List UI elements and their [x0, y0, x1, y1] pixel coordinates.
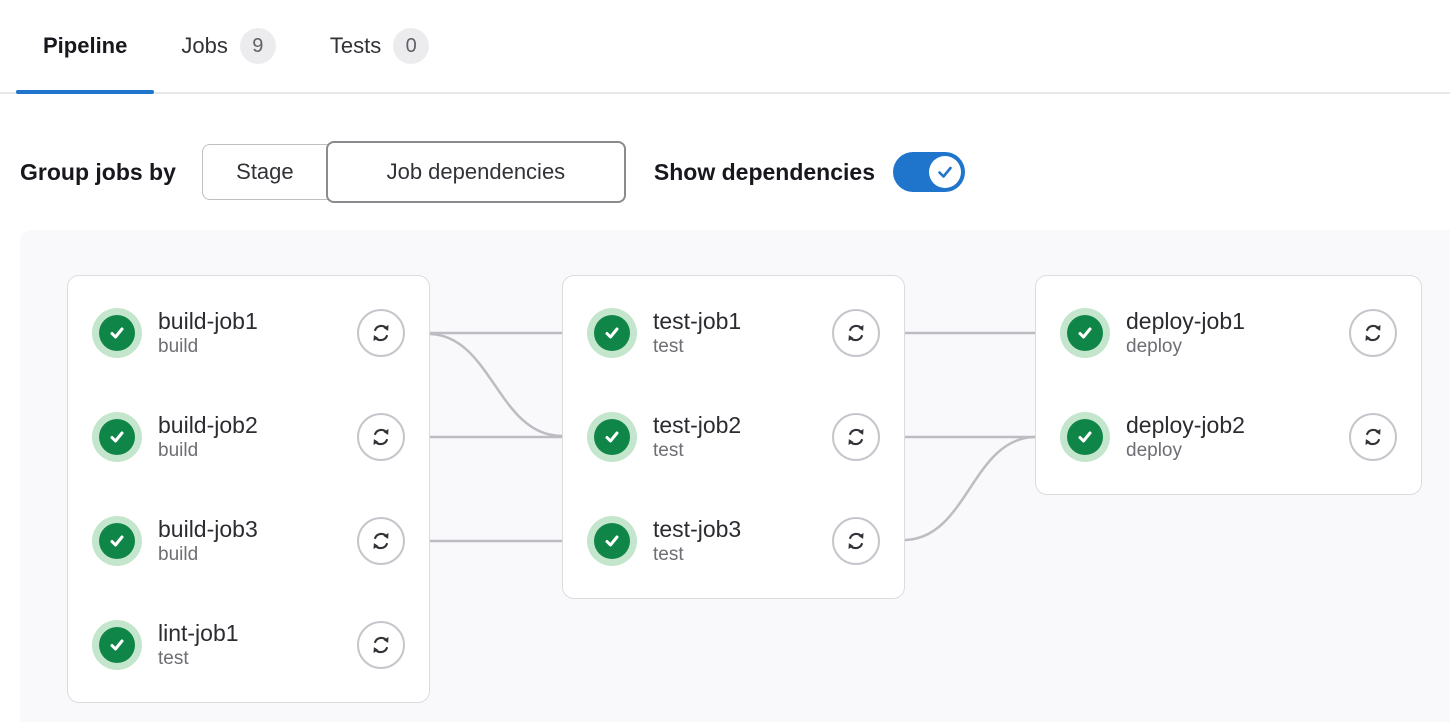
group-by-stage-button[interactable]: Stage [202, 144, 328, 200]
job-stage-label: deploy [1126, 439, 1245, 463]
job-row: test-job1 test [587, 308, 880, 358]
job-name-link[interactable]: lint-job1 [158, 619, 239, 647]
job-name-link[interactable]: build-job3 [158, 515, 258, 543]
retry-icon [368, 320, 394, 346]
retry-job-button[interactable] [1349, 309, 1397, 357]
job-name-link[interactable]: build-job1 [158, 307, 258, 335]
job-stage-label: test [653, 335, 741, 359]
pipeline-graph: build-job1 build [20, 230, 1450, 722]
retry-job-button[interactable] [357, 413, 405, 461]
status-success-icon [587, 516, 637, 566]
status-success-icon [1060, 308, 1110, 358]
retry-icon [1360, 320, 1386, 346]
show-dependencies-label: Show dependencies [654, 159, 875, 186]
status-success-icon [587, 412, 637, 462]
job-name-link[interactable]: deploy-job2 [1126, 411, 1245, 439]
status-success-icon [92, 516, 142, 566]
check-icon [935, 162, 955, 182]
status-success-icon [92, 412, 142, 462]
job-stage-label: build [158, 335, 258, 359]
job-row: deploy-job2 deploy [1060, 412, 1397, 462]
job-row: test-job3 test [587, 516, 880, 566]
job-stage-label: test [158, 647, 239, 671]
retry-job-button[interactable] [832, 413, 880, 461]
toggle-knob [929, 156, 961, 188]
job-row: lint-job1 test [92, 620, 405, 670]
job-name-link[interactable]: test-job3 [653, 515, 741, 543]
retry-icon [843, 424, 869, 450]
edge-test-job3-deploy-job2 [905, 437, 1035, 540]
job-name-link[interactable]: deploy-job1 [1126, 307, 1245, 335]
group-jobs-by-label: Group jobs by [20, 159, 176, 186]
job-row: build-job2 build [92, 412, 405, 462]
tab-tests-label: Tests [330, 33, 381, 59]
status-success-icon [1060, 412, 1110, 462]
job-group-card-test: test-job1 test [562, 275, 905, 599]
retry-job-button[interactable] [832, 517, 880, 565]
job-row: test-job2 test [587, 412, 880, 462]
retry-icon [843, 320, 869, 346]
job-name-link[interactable]: test-job1 [653, 307, 741, 335]
tab-pipeline-label: Pipeline [43, 33, 127, 59]
status-success-icon [587, 308, 637, 358]
jobs-count-badge: 9 [240, 28, 276, 64]
job-stage-label: test [653, 543, 741, 567]
retry-icon [1360, 424, 1386, 450]
job-stage-label: test [653, 439, 741, 463]
tests-count-badge: 0 [393, 28, 429, 64]
retry-icon [843, 528, 869, 554]
retry-icon [368, 528, 394, 554]
job-stage-label: deploy [1126, 335, 1245, 359]
show-dependencies-toggle[interactable] [893, 152, 965, 192]
pipeline-tab-bar: Pipeline Jobs 9 Tests 0 [0, 0, 1450, 94]
job-stage-label: build [158, 543, 258, 567]
job-group-card-build: build-job1 build [67, 275, 430, 703]
job-row: build-job3 build [92, 516, 405, 566]
retry-job-button[interactable] [1349, 413, 1397, 461]
retry-job-button[interactable] [357, 621, 405, 669]
pipeline-page: Pipeline Jobs 9 Tests 0 Group jobs by St… [0, 0, 1450, 722]
status-success-icon [92, 620, 142, 670]
job-stage-label: build [158, 439, 258, 463]
job-row: deploy-job1 deploy [1060, 308, 1397, 358]
group-by-segmented-control: Stage Job dependencies [202, 141, 626, 203]
graph-controls: Group jobs by Stage Job dependencies Sho… [20, 140, 1450, 204]
retry-icon [368, 632, 394, 658]
tab-tests[interactable]: Tests 0 [303, 0, 456, 92]
status-success-icon [92, 308, 142, 358]
group-by-job-dependencies-button[interactable]: Job dependencies [326, 141, 626, 203]
job-group-card-deploy: deploy-job1 deploy [1035, 275, 1422, 495]
tab-jobs-label: Jobs [181, 33, 227, 59]
tab-jobs[interactable]: Jobs 9 [154, 0, 302, 92]
job-name-link[interactable]: test-job2 [653, 411, 741, 439]
retry-job-button[interactable] [357, 309, 405, 357]
retry-job-button[interactable] [832, 309, 880, 357]
retry-job-button[interactable] [357, 517, 405, 565]
retry-icon [368, 424, 394, 450]
job-row: build-job1 build [92, 308, 405, 358]
edge-build-job1-test-job2 [430, 334, 562, 436]
job-name-link[interactable]: build-job2 [158, 411, 258, 439]
tab-pipeline[interactable]: Pipeline [16, 0, 154, 92]
